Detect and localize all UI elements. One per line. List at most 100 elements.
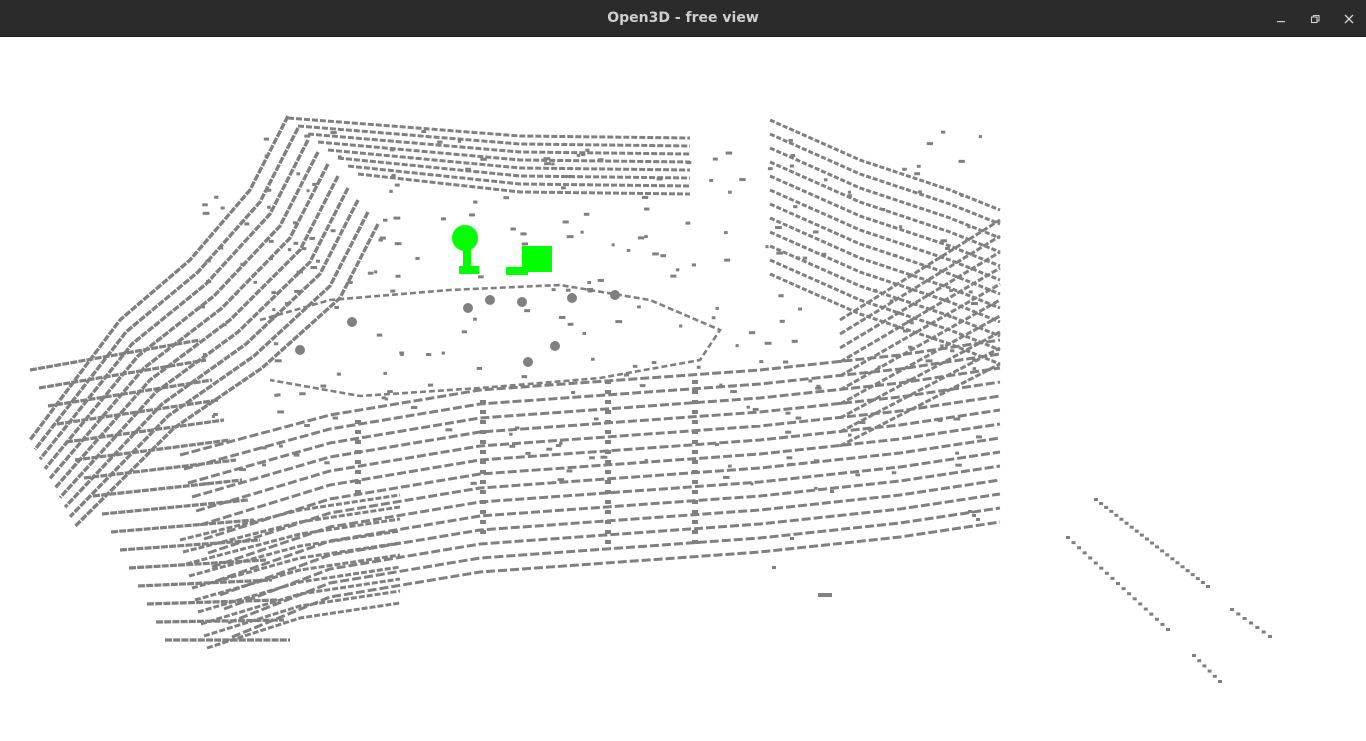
scan-point	[775, 226, 782, 230]
scan-point	[644, 235, 648, 239]
scan-point	[597, 278, 604, 282]
scan-point	[711, 316, 716, 320]
scan-point	[565, 175, 573, 179]
scan-point	[899, 225, 903, 229]
scan-point	[748, 331, 756, 335]
scan-point	[1149, 612, 1154, 616]
scan-point	[611, 243, 615, 247]
scan-point	[750, 482, 754, 486]
scan-line	[195, 394, 1001, 513]
scan-point	[605, 380, 611, 384]
scan-point	[1094, 498, 1098, 501]
scan-point	[692, 390, 698, 394]
scan-point	[320, 384, 327, 388]
scan-point	[576, 153, 581, 157]
scan-point	[202, 203, 208, 207]
scan-point	[772, 566, 776, 569]
scan-point	[605, 530, 611, 534]
3d-viewport[interactable]	[0, 37, 1366, 741]
scan-point	[395, 274, 401, 278]
scan-point	[585, 148, 590, 152]
scan-point	[589, 456, 595, 460]
scan-point	[692, 520, 698, 524]
scan-point	[873, 288, 878, 292]
point-cloud	[28, 115, 1272, 683]
scan-point	[855, 473, 861, 477]
scan-point	[480, 440, 486, 444]
scan-point	[580, 230, 584, 234]
scan-point	[473, 200, 478, 204]
highlighted-object-2-base	[506, 267, 528, 275]
scan-point	[480, 420, 486, 424]
scan-point	[582, 331, 586, 335]
title-bar[interactable]: Open3D - free view	[0, 0, 1366, 37]
scan-point	[426, 352, 432, 356]
scan-point	[790, 537, 794, 540]
scan-point	[394, 242, 402, 246]
scan-point	[730, 390, 737, 394]
scan-cluster	[523, 357, 533, 367]
minimize-button[interactable]	[1264, 0, 1298, 37]
scan-point	[788, 138, 793, 142]
scan-point	[724, 231, 728, 235]
scan-point	[263, 137, 269, 141]
scan-point	[262, 463, 267, 467]
scan-point	[1119, 517, 1124, 521]
scan-point	[337, 155, 342, 159]
scan-line	[155, 618, 285, 624]
scan-point	[881, 208, 886, 212]
scan-point	[543, 157, 551, 161]
scan-cluster	[517, 297, 527, 307]
scan-point	[324, 461, 330, 465]
scan-line	[769, 202, 1001, 296]
scan-point	[940, 344, 944, 348]
scan-point	[222, 323, 227, 327]
scan-point	[1170, 557, 1175, 561]
scan-point	[202, 211, 210, 215]
restore-button[interactable]	[1298, 0, 1332, 37]
scan-point	[476, 366, 482, 370]
scan-point	[1127, 592, 1132, 596]
scan-point	[1093, 561, 1098, 565]
scan-point	[791, 339, 798, 343]
scan-point	[387, 390, 393, 394]
scan-point	[270, 317, 275, 321]
scan-point	[559, 441, 563, 445]
scan-point	[605, 450, 611, 454]
close-button[interactable]	[1332, 0, 1366, 37]
scan-point	[692, 510, 698, 514]
scan-point	[821, 252, 827, 256]
scan-point	[1077, 546, 1082, 550]
scan-point	[976, 518, 980, 521]
scan-point	[1110, 576, 1115, 580]
scan-point	[692, 420, 698, 424]
scan-point	[390, 148, 395, 152]
scan-point	[790, 154, 796, 158]
scan-point	[967, 225, 971, 229]
scan-point	[968, 290, 973, 294]
scan-point	[1132, 597, 1137, 601]
scan-point	[299, 392, 306, 396]
scan-point	[480, 480, 486, 484]
scan-point	[383, 371, 387, 375]
scan-point	[802, 256, 808, 260]
scan-point	[427, 383, 434, 387]
scan-line	[769, 230, 1001, 324]
scan-point	[656, 177, 663, 181]
point-cloud-canvas[interactable]	[0, 37, 1366, 741]
scan-point	[600, 455, 608, 459]
scan-line	[769, 160, 1001, 254]
scan-point	[1116, 582, 1120, 585]
scan-point	[355, 460, 361, 464]
scan-point	[788, 462, 793, 466]
scan-point	[1121, 587, 1126, 591]
scan-point	[367, 271, 374, 275]
scan-point	[560, 186, 566, 190]
scan-point	[735, 344, 739, 348]
scan-point	[709, 178, 714, 182]
scan-point	[605, 460, 611, 464]
scan-point	[244, 222, 250, 226]
scan-point	[605, 470, 611, 474]
scan-point	[945, 246, 950, 250]
scan-point	[1071, 541, 1076, 545]
